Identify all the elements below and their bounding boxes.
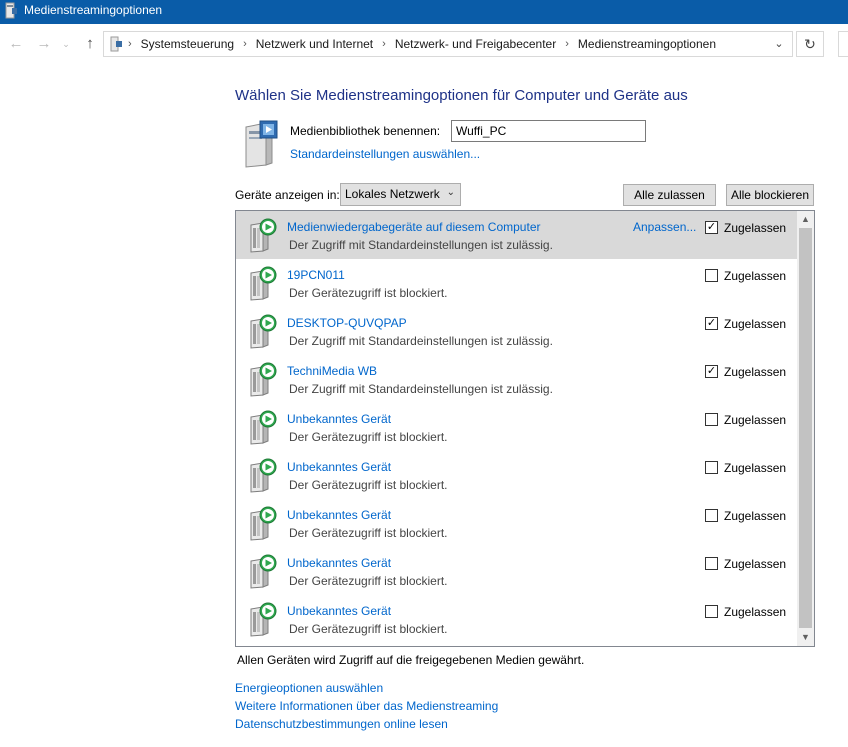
- media-server-icon: [5, 2, 17, 19]
- device-list: Medienwiedergabegeräte auf diesem Comput…: [235, 210, 815, 647]
- access-summary-text: Allen Geräten wird Zugriff auf die freig…: [237, 653, 585, 667]
- scrollbar-thumb[interactable]: [799, 228, 812, 628]
- chevron-right-icon[interactable]: ›: [565, 38, 569, 50]
- device-status: Der Gerätezugriff ist blockiert.: [289, 622, 448, 636]
- device-status: Der Zugriff mit Standardeinstellungen is…: [289, 382, 553, 396]
- address-bar[interactable]: › Systemsteuerung › Netzwerk und Interne…: [103, 31, 793, 57]
- media-device-icon: [250, 362, 277, 397]
- allowed-checkbox[interactable]: [705, 461, 718, 474]
- device-status: Der Gerätezugriff ist blockiert.: [289, 286, 448, 300]
- network-select-value: Lokales Netzwerk: [345, 187, 440, 201]
- scroll-up-icon[interactable]: ▲: [797, 211, 814, 228]
- media-device-icon: [250, 554, 277, 589]
- allowed-checkbox[interactable]: [705, 509, 718, 522]
- device-name-link[interactable]: Medienwiedergabegeräte auf diesem Comput…: [287, 220, 540, 234]
- page-title: Wählen Sie Medienstreamingoptionen für C…: [235, 87, 688, 104]
- media-device-icon: [250, 506, 277, 541]
- device-status: Der Gerätezugriff ist blockiert.: [289, 526, 448, 540]
- media-device-icon: [250, 602, 277, 637]
- media-device-icon: [250, 314, 277, 349]
- arrow-left-icon[interactable]: ←: [6, 34, 26, 54]
- allowed-checkbox[interactable]: [705, 605, 718, 618]
- breadcrumb-item[interactable]: Medienstreamingoptionen: [578, 37, 716, 51]
- network-select[interactable]: Lokales Netzwerk ⌄: [340, 183, 461, 206]
- allowed-checkbox[interactable]: [705, 557, 718, 570]
- energy-options-link[interactable]: Energieoptionen auswählen: [235, 681, 383, 695]
- media-device-icon: [250, 218, 277, 253]
- device-row[interactable]: DESKTOP-QUVQPAP Der Zugriff mit Standard…: [236, 307, 797, 355]
- allowed-label: Zugelassen: [724, 413, 787, 427]
- allowed-label: Zugelassen: [724, 269, 787, 283]
- device-row[interactable]: Unbekanntes Gerät Der Gerätezugriff ist …: [236, 403, 797, 451]
- chevron-right-icon[interactable]: ›: [243, 38, 247, 50]
- allowed-checkbox[interactable]: [705, 269, 718, 282]
- more-info-link[interactable]: Weitere Informationen über das Medienstr…: [235, 699, 498, 713]
- allowed-label: Zugelassen: [724, 557, 787, 571]
- device-row[interactable]: TechniMedia WB Der Zugriff mit Standarde…: [236, 355, 797, 403]
- allowed-label: Zugelassen: [724, 221, 787, 235]
- device-name-link[interactable]: Unbekanntes Gerät: [287, 604, 391, 618]
- refresh-icon[interactable]: ↻: [796, 31, 824, 57]
- customize-link[interactable]: Anpassen...: [633, 220, 696, 234]
- vertical-scrollbar[interactable]: ▲ ▼: [797, 211, 814, 646]
- breadcrumb-item[interactable]: Systemsteuerung: [141, 37, 234, 51]
- library-name-label: Medienbibliothek benennen:: [290, 124, 441, 138]
- device-status: Der Zugriff mit Standardeinstellungen is…: [289, 238, 553, 252]
- chevron-right-icon[interactable]: ›: [128, 38, 132, 50]
- media-device-icon: [250, 458, 277, 493]
- scroll-down-icon[interactable]: ▼: [797, 629, 814, 646]
- privacy-link[interactable]: Datenschutzbestimmungen online lesen: [235, 717, 448, 731]
- device-status: Der Gerätezugriff ist blockiert.: [289, 574, 448, 588]
- breadcrumb-item[interactable]: Netzwerk und Internet: [256, 37, 373, 51]
- device-row[interactable]: Unbekanntes Gerät Der Gerätezugriff ist …: [236, 547, 797, 595]
- media-device-icon: [250, 410, 277, 445]
- device-name-link[interactable]: 19PCN011: [287, 268, 345, 282]
- chevron-down-icon[interactable]: ⌄: [60, 34, 72, 54]
- library-name-input[interactable]: [451, 120, 646, 142]
- device-row[interactable]: Unbekanntes Gerät Der Gerätezugriff ist …: [236, 595, 797, 643]
- device-row[interactable]: 19PCN011 Der Gerätezugriff ist blockiert…: [236, 259, 797, 307]
- allow-all-button[interactable]: Alle zulassen: [623, 184, 716, 206]
- block-all-button[interactable]: Alle blockieren: [726, 184, 814, 206]
- allowed-checkbox[interactable]: [705, 413, 718, 426]
- device-name-link[interactable]: Unbekanntes Gerät: [287, 556, 391, 570]
- chevron-down-icon: ⌄: [446, 187, 455, 198]
- device-name-link[interactable]: Unbekanntes Gerät: [287, 508, 391, 522]
- device-row[interactable]: Unbekanntes Gerät Der Gerätezugriff ist …: [236, 451, 797, 499]
- media-device-icon: [250, 266, 277, 301]
- chevron-down-icon[interactable]: ⌄: [772, 36, 786, 52]
- device-name-link[interactable]: Unbekanntes Gerät: [287, 412, 391, 426]
- allowed-label: Zugelassen: [724, 317, 787, 331]
- media-server-icon: [110, 36, 122, 52]
- choose-defaults-link[interactable]: Standardeinstellungen auswählen...: [290, 147, 480, 161]
- device-status: Der Gerätezugriff ist blockiert.: [289, 478, 448, 492]
- allowed-label: Zugelassen: [724, 509, 787, 523]
- device-row[interactable]: Unbekanntes Gerät Der Gerätezugriff ist …: [236, 499, 797, 547]
- show-devices-label: Geräte anzeigen in:: [235, 188, 340, 202]
- device-row[interactable]: Medienwiedergabegeräte auf diesem Comput…: [236, 211, 797, 259]
- chevron-right-icon[interactable]: ›: [382, 38, 386, 50]
- title-bar: Medienstreamingoptionen: [0, 0, 848, 24]
- search-box[interactable]: [838, 31, 848, 57]
- window-title: Medienstreamingoptionen: [24, 3, 163, 17]
- arrow-right-icon[interactable]: →: [34, 34, 54, 54]
- allowed-label: Zugelassen: [724, 461, 787, 475]
- breadcrumb: › Systemsteuerung › Netzwerk und Interne…: [128, 32, 716, 56]
- arrow-up-icon[interactable]: ↑: [80, 34, 100, 54]
- allowed-checkbox[interactable]: ✓: [705, 317, 718, 330]
- device-status: Der Gerätezugriff ist blockiert.: [289, 430, 448, 444]
- allowed-label: Zugelassen: [724, 605, 787, 619]
- device-name-link[interactable]: TechniMedia WB: [287, 364, 377, 378]
- device-name-link[interactable]: Unbekanntes Gerät: [287, 460, 391, 474]
- device-status: Der Zugriff mit Standardeinstellungen is…: [289, 334, 553, 348]
- allowed-checkbox[interactable]: ✓: [705, 365, 718, 378]
- allowed-label: Zugelassen: [724, 365, 787, 379]
- allowed-checkbox[interactable]: ✓: [705, 221, 718, 234]
- breadcrumb-item[interactable]: Netzwerk- und Freigabecenter: [395, 37, 556, 51]
- navigation-bar: ← → ⌄ ↑ › Systemsteuerung › Netzwerk und…: [0, 24, 848, 64]
- device-name-link[interactable]: DESKTOP-QUVQPAP: [287, 316, 407, 330]
- media-library-icon: [245, 120, 278, 168]
